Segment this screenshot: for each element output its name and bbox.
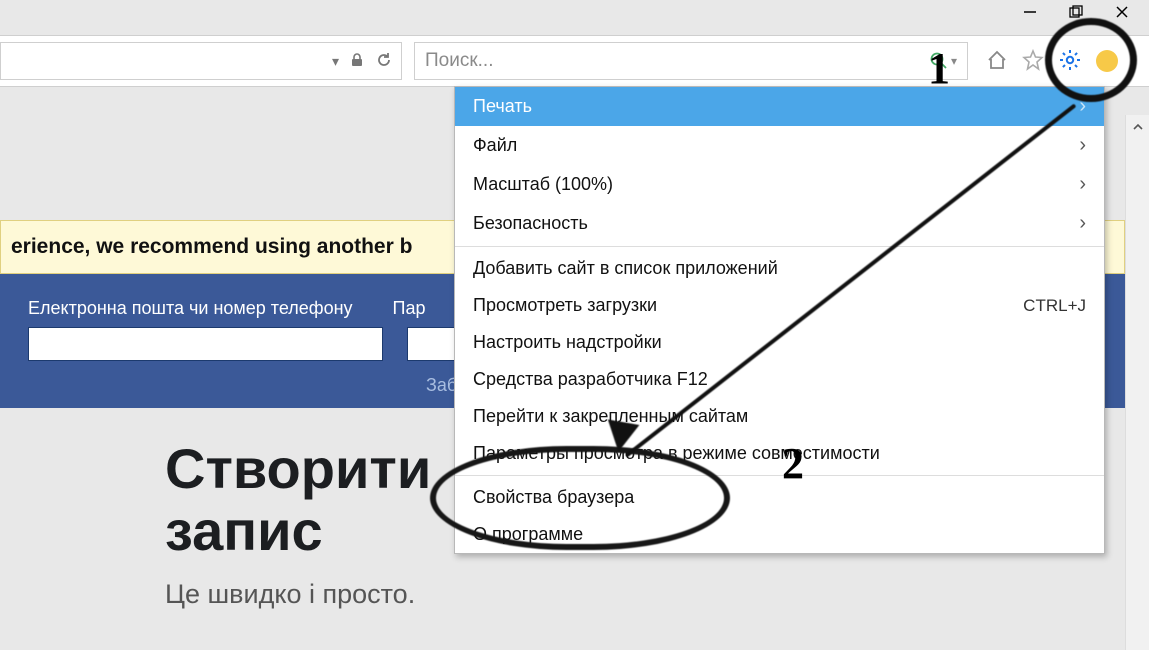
password-input[interactable]	[407, 327, 457, 361]
chevron-right-icon: ›	[1079, 95, 1086, 118]
shortcut-label: CTRL+J	[1023, 296, 1086, 316]
page-subheading: Це швидко і просто.	[165, 579, 1125, 610]
search-bar[interactable]: Поиск... ▾	[414, 42, 968, 80]
menu-separator	[455, 475, 1104, 476]
emoji-icon[interactable]	[1096, 50, 1118, 72]
scroll-up-arrow[interactable]	[1126, 115, 1149, 139]
menu-add-site[interactable]: Добавить сайт в список приложений	[455, 250, 1104, 287]
address-bar[interactable]: ▾	[0, 42, 402, 80]
menu-compat[interactable]: Параметры просмотра в режиме совместимос…	[455, 435, 1104, 472]
chevron-right-icon: ›	[1079, 134, 1086, 157]
close-button[interactable]	[1115, 5, 1129, 19]
browser-toolbar: ▾ Поиск... ▾	[0, 35, 1149, 87]
dropdown-icon[interactable]: ▾	[332, 53, 339, 70]
menu-separator	[455, 246, 1104, 247]
refresh-icon[interactable]	[375, 51, 393, 72]
maximize-button[interactable]	[1069, 5, 1083, 19]
menu-devtools[interactable]: Средства разработчика F12	[455, 361, 1104, 398]
menu-print[interactable]: Печать ›	[455, 87, 1104, 126]
password-label: Пар	[393, 298, 426, 319]
menu-zoom[interactable]: Масштаб (100%) ›	[455, 165, 1104, 204]
menu-about[interactable]: О программе	[455, 516, 1104, 553]
chevron-right-icon: ›	[1079, 173, 1086, 196]
annotation-number-2: 2	[782, 438, 804, 489]
home-icon[interactable]	[986, 49, 1008, 74]
menu-safety[interactable]: Безопасность ›	[455, 204, 1104, 243]
favorites-icon[interactable]	[1022, 49, 1044, 74]
annotation-number-1: 1	[928, 43, 950, 94]
search-placeholder: Поиск...	[425, 50, 494, 72]
menu-options[interactable]: Свойства браузера	[455, 479, 1104, 516]
chevron-right-icon: ›	[1079, 212, 1086, 235]
annotation-arrow-head	[603, 419, 640, 454]
vertical-scrollbar[interactable]	[1125, 115, 1149, 650]
minimize-button[interactable]	[1023, 5, 1037, 19]
menu-pinned[interactable]: Перейти к закрепленным сайтам	[455, 398, 1104, 435]
menu-addons[interactable]: Настроить надстройки	[455, 324, 1104, 361]
email-input[interactable]	[28, 327, 383, 361]
menu-downloads[interactable]: Просмотреть загрузки CTRL+J	[455, 287, 1104, 324]
email-label: Електронна пошта чи номер телефону	[28, 298, 353, 319]
lock-icon	[349, 52, 365, 71]
gear-icon[interactable]	[1058, 48, 1082, 75]
